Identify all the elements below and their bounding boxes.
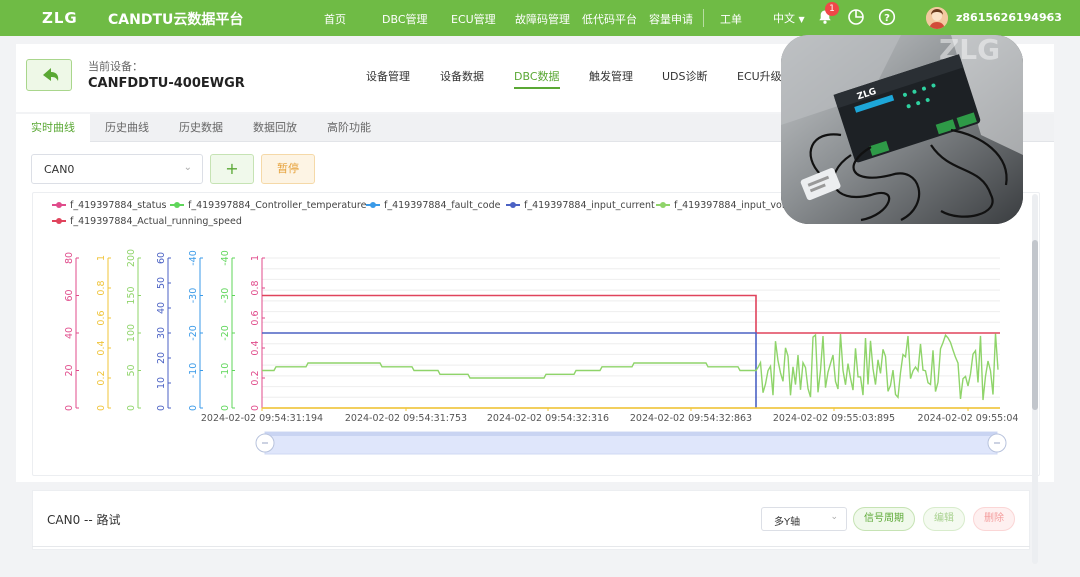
y-tick-label: 0.8 (96, 280, 107, 295)
y-tick-label: 1 (250, 255, 261, 261)
curve-group-title: CAN0 -- 路试 (47, 513, 121, 527)
edit-button[interactable]: 编辑 (923, 507, 965, 531)
y-tick-label: 80 (64, 252, 75, 264)
y-tick-label: 0 (188, 405, 199, 411)
y-tick-label: 20 (156, 352, 167, 364)
y-tick-label: 10 (156, 377, 167, 389)
y-tick-label: -40 (188, 250, 199, 266)
y-tick-label: 50 (156, 277, 167, 289)
y-tick-label: 1 (96, 255, 107, 261)
y-tick-label: -20 (188, 325, 199, 341)
data-zoom-selection (265, 432, 997, 436)
y-tick-label: 0 (126, 405, 137, 411)
y-tick-label: 0.2 (96, 370, 107, 385)
y-tick-label: 50 (126, 364, 137, 376)
y-tick-label: 0.4 (96, 340, 107, 355)
y-tick-label: -30 (220, 288, 231, 304)
y-tick-label: 0.6 (96, 310, 107, 325)
x-tick-label: 2024-02-02 09:55:03:895 (773, 413, 895, 424)
y-tick-label: 0.2 (250, 370, 261, 385)
y-tick-label: 60 (64, 289, 75, 301)
y-tick-label: -40 (220, 250, 231, 266)
y-tick-label: 0 (156, 405, 167, 411)
x-tick-label: 2024-02-02 09:54:31:753 (345, 413, 467, 424)
y-axis-mode-select[interactable]: 多Y轴 ⌄ (761, 507, 847, 531)
series-line-input-current (262, 332, 757, 408)
divider (32, 546, 1030, 547)
signal-period-button[interactable]: 信号周期 (853, 507, 915, 531)
y-tick-label: 200 (126, 249, 137, 267)
y-tick-label: 0.4 (250, 340, 261, 355)
y-tick-label: 0 (220, 405, 231, 411)
y-tick-label: 0 (250, 405, 261, 411)
chevron-down-icon: ⌄ (830, 512, 838, 522)
y-tick-label: 0.6 (250, 310, 261, 325)
scrollbar-thumb[interactable] (1032, 240, 1038, 410)
y-tick-label: 0 (96, 405, 107, 411)
y-tick-label: -10 (220, 363, 231, 379)
x-tick-label: 2024-02-02 09:54:31:194 (201, 413, 323, 424)
y-tick-label: 40 (156, 302, 167, 314)
x-tick-label: 2024-02-02 09:54:32:863 (630, 413, 752, 424)
y-tick-label: -20 (220, 325, 231, 341)
y-tick-label: 0.8 (250, 280, 261, 295)
delete-button[interactable]: 删除 (973, 507, 1015, 531)
y-axis-mode-value: 多Y轴 (774, 517, 801, 528)
y-tick-label: -30 (188, 288, 199, 304)
x-tick-label: 2024-02-02 09:55:04 (918, 413, 1019, 424)
y-tick-label: 100 (126, 324, 137, 342)
x-tick-label: 2024-02-02 09:54:32:316 (487, 413, 609, 424)
y-tick-label: 20 (64, 364, 75, 376)
y-tick-label: 40 (64, 327, 75, 339)
y-tick-label: 150 (126, 286, 137, 304)
y-tick-label: 30 (156, 327, 167, 339)
device-photo: ZLG ZLG (781, 35, 1023, 224)
y-tick-label: -10 (188, 363, 199, 379)
curve-group-card: CAN0 -- 路试 多Y轴 ⌄ 信号周期 编辑 删除 (32, 490, 1030, 550)
y-tick-label: 0 (64, 405, 75, 411)
device-photo-image: ZLG ZLG (781, 35, 1023, 224)
y-tick-label: 60 (156, 252, 167, 264)
